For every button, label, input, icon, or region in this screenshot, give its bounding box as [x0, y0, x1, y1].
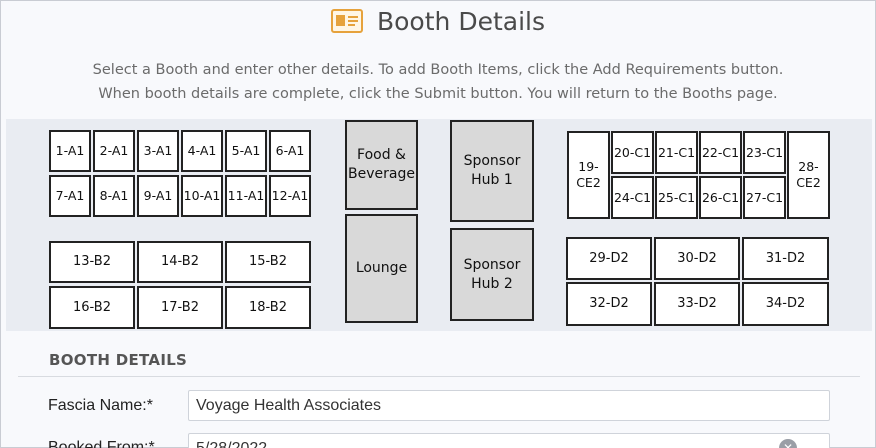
booth-11-a1[interactable]: 11-A1 — [225, 175, 267, 217]
booth-17-b2[interactable]: 17-B2 — [137, 286, 223, 329]
booth-6-a1[interactable]: 6-A1 — [269, 130, 311, 172]
booth-5-a1[interactable]: 5-A1 — [225, 130, 267, 172]
id-card-icon — [330, 9, 363, 33]
booth-30-d2[interactable]: 30-D2 — [654, 237, 740, 280]
booth-food-beverage[interactable]: Food & Beverage — [345, 120, 418, 210]
booth-23-c1[interactable]: 23-C1 — [743, 131, 786, 174]
booth-10-a1[interactable]: 10-A1 — [181, 175, 223, 217]
booth-21-c1[interactable]: 21-C1 — [655, 131, 698, 174]
booth-13-b2[interactable]: 13-B2 — [49, 241, 135, 283]
booth-34-d2[interactable]: 34-D2 — [742, 282, 829, 326]
booth-32-d2[interactable]: 32-D2 — [566, 282, 652, 326]
page-title: Booth Details — [376, 6, 545, 36]
booth-8-a1[interactable]: 8-A1 — [93, 175, 135, 217]
booth-2-a1[interactable]: 2-A1 — [93, 130, 135, 172]
booth-7-a1[interactable]: 7-A1 — [49, 175, 91, 217]
booth-sponsor-hub-2[interactable]: Sponsor Hub 2 — [450, 228, 534, 321]
booth-33-d2[interactable]: 33-D2 — [654, 282, 740, 326]
booked-from-label: Booked From:* — [48, 439, 155, 448]
section-divider — [18, 376, 860, 377]
booth-29-d2[interactable]: 29-D2 — [566, 237, 652, 280]
section-title-booth-details: BOOTH DETAILS — [49, 351, 188, 369]
booth-25-c1[interactable]: 25-C1 — [655, 176, 698, 219]
instructions-line-2: When booth details are complete, click t… — [98, 86, 778, 102]
booth-floorplan: 1-A1 2-A1 3-A1 4-A1 5-A1 6-A1 7-A1 8-A1 … — [6, 119, 872, 331]
booth-20-c1[interactable]: 20-C1 — [611, 131, 654, 174]
booth-lounge[interactable]: Lounge — [345, 214, 418, 323]
booth-4-a1[interactable]: 4-A1 — [181, 130, 223, 172]
booked-from-input[interactable] — [188, 433, 830, 448]
page-header: Booth Details — [1, 1, 875, 41]
booth-19-ce2[interactable]: 19- CE2 — [567, 131, 610, 219]
booth-14-b2[interactable]: 14-B2 — [137, 241, 223, 283]
fascia-name-input[interactable] — [188, 390, 830, 421]
booth-28-ce2[interactable]: 28- CE2 — [787, 131, 830, 219]
booth-sponsor-hub-1[interactable]: Sponsor Hub 1 — [450, 120, 534, 222]
booth-24-c1[interactable]: 24-C1 — [611, 176, 654, 219]
booth-15-b2[interactable]: 15-B2 — [225, 241, 311, 283]
booth-27-c1[interactable]: 27-C1 — [743, 176, 786, 219]
instructions: Select a Booth and enter other details. … — [1, 58, 875, 106]
booth-1-a1[interactable]: 1-A1 — [49, 130, 91, 172]
instructions-line-1: Select a Booth and enter other details. … — [92, 62, 784, 78]
booth-3-a1[interactable]: 3-A1 — [137, 130, 179, 172]
booth-26-c1[interactable]: 26-C1 — [699, 176, 742, 219]
booth-22-c1[interactable]: 22-C1 — [699, 131, 742, 174]
booth-12-a1[interactable]: 12-A1 — [269, 175, 311, 217]
booth-16-b2[interactable]: 16-B2 — [49, 286, 135, 329]
booth-9-a1[interactable]: 9-A1 — [137, 175, 179, 217]
fascia-name-label: Fascia Name:* — [48, 397, 153, 414]
booth-31-d2[interactable]: 31-D2 — [742, 237, 829, 280]
booth-18-b2[interactable]: 18-B2 — [225, 286, 311, 329]
